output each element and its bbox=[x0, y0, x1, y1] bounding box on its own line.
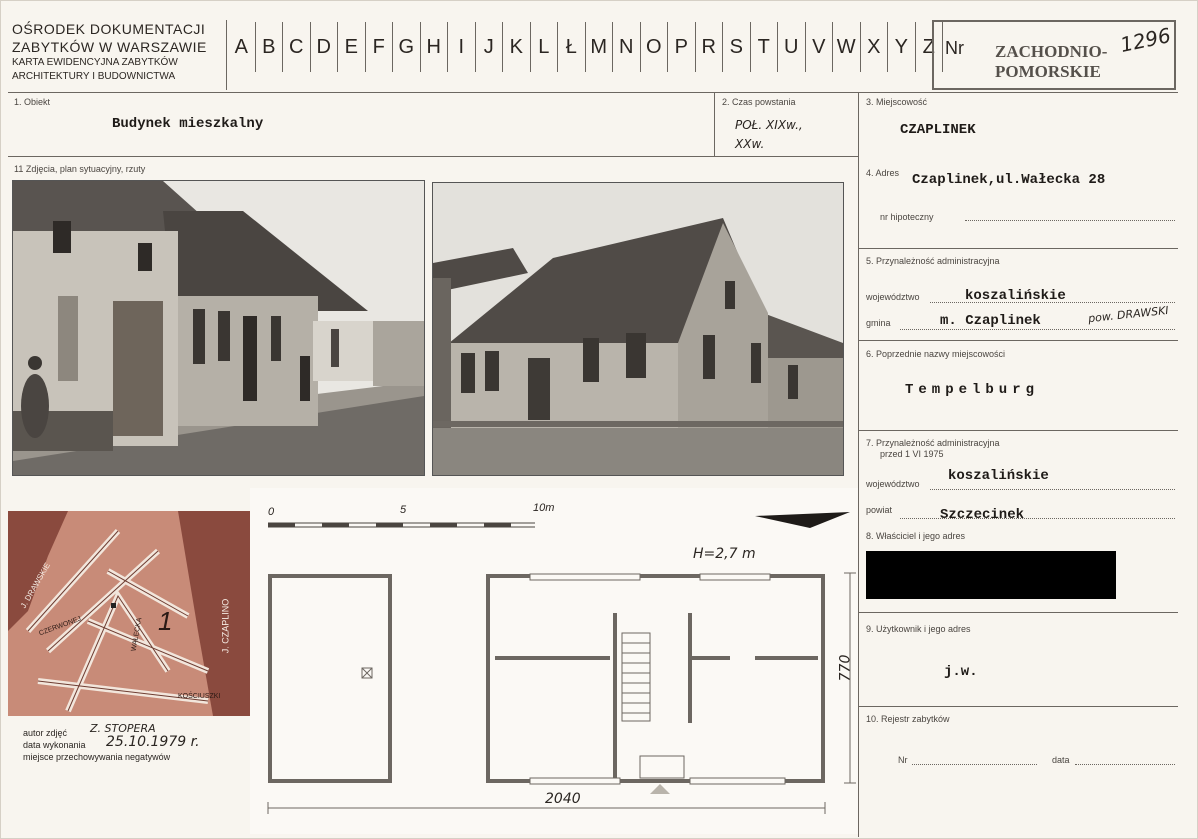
czas-value-1: POŁ. XIXw., bbox=[735, 118, 803, 132]
poprzednie-value: Tempelburg bbox=[905, 382, 1040, 398]
index-letter: C bbox=[283, 22, 311, 72]
inventory-card: OŚRODEK DOKUMENTACJI ZABYTKÓW W WARSZAWI… bbox=[0, 0, 1198, 839]
index-letter: P bbox=[668, 22, 696, 72]
data-label: data wykonania bbox=[23, 740, 86, 750]
situation-map: J. DRAWSKIE J. CZAPLINO WAŁECKA 1 CZERWO… bbox=[8, 511, 256, 716]
map-label-czaplino: J. CZAPLINO bbox=[220, 598, 231, 654]
powiat-value: Szczecinek bbox=[940, 507, 1025, 523]
index-letter: S bbox=[723, 22, 751, 72]
woj-1975-label: województwo bbox=[866, 479, 920, 489]
czas-value-2: XXw. bbox=[735, 137, 765, 151]
index-letter: X bbox=[861, 22, 888, 72]
index-letter: W bbox=[833, 22, 861, 72]
institution-line-4: ARCHITEKTURY I BUDOWNICTWA bbox=[12, 71, 176, 82]
hipoteczny-label: nr hipoteczny bbox=[880, 212, 934, 222]
index-letter: D bbox=[311, 22, 338, 72]
index-letter: A bbox=[228, 22, 256, 72]
index-letter: B bbox=[256, 22, 283, 72]
dimension-right: 770 bbox=[837, 654, 854, 682]
index-letter: J bbox=[476, 22, 503, 72]
rejestr-data-label: data bbox=[1052, 755, 1070, 765]
photo-corner-view bbox=[432, 182, 844, 476]
institution-line-2: ZABYTKÓW W WARSZAWIE bbox=[12, 39, 207, 55]
index-letter: L bbox=[531, 22, 558, 72]
uzytkownik-value: j.w. bbox=[944, 664, 978, 680]
index-letter: K bbox=[503, 22, 531, 72]
scale-label-5: 5 bbox=[400, 504, 407, 516]
index-letter: F bbox=[366, 22, 393, 72]
obiekt-label: 1. Obiekt bbox=[14, 97, 51, 107]
gmina-label: gmina bbox=[866, 318, 891, 328]
index-letter: E bbox=[338, 22, 366, 72]
adres-value: Czaplinek,ul.Wałecka 28 bbox=[912, 172, 1106, 188]
alphabet-index: A B C D E F G H I J K L Ł M N O P R S T … bbox=[228, 22, 943, 72]
uzytkownik-label: 9. Użytkownik i jego adres bbox=[866, 624, 971, 634]
powiat-label: powiat bbox=[866, 505, 893, 515]
przynaleznosc-1975-label-2: przed 1 VI 1975 bbox=[880, 449, 944, 459]
institution-line-3: KARTA EWIDENCYJNA ZABYTKÓW bbox=[12, 57, 178, 68]
map-marker-label: 1 bbox=[158, 606, 173, 636]
poprzednie-label: 6. Poprzednie nazwy miejscowości bbox=[866, 349, 1006, 359]
czas-label: 2. Czas powstania bbox=[722, 97, 796, 107]
rejestr-nr-label: Nr bbox=[898, 755, 908, 765]
wojewodztwo-label: województwo bbox=[866, 292, 920, 302]
index-letter: T bbox=[751, 22, 778, 72]
gmina-value: m. Czaplinek bbox=[940, 313, 1041, 329]
gmina-handwritten: pow. DRAWSKI bbox=[1087, 303, 1170, 326]
index-letter: M bbox=[586, 22, 613, 72]
rejestr-label: 10. Rejestr zabytków bbox=[866, 714, 950, 724]
dimension-bottom: 2040 bbox=[545, 791, 581, 807]
data-value: 25.10.1979 r. bbox=[106, 734, 200, 750]
institution-line-1: OŚRODEK DOKUMENTACJI bbox=[12, 21, 206, 37]
region-name-line-2: POMORSKIE bbox=[995, 62, 1101, 81]
woj-1975-value: koszalińskie bbox=[948, 468, 1049, 484]
map-label-kosciuszki: KOŚCIUSZKI bbox=[178, 693, 221, 700]
adres-label: 4. Adres bbox=[866, 168, 900, 178]
index-letter: R bbox=[696, 22, 723, 72]
index-letter: H bbox=[421, 22, 448, 72]
region-name-line-1: ZACHODNIO- bbox=[995, 42, 1108, 61]
index-letter: Ł bbox=[558, 22, 586, 72]
index-letter: V bbox=[806, 22, 833, 72]
index-letter: O bbox=[641, 22, 668, 72]
index-letter: I bbox=[448, 22, 476, 72]
miejscowosc-label: 3. Miejscowość bbox=[866, 97, 928, 107]
index-letter: U bbox=[778, 22, 806, 72]
miejsce-label: miejsce przechowywania negatywów bbox=[23, 752, 171, 762]
index-letter: N bbox=[613, 22, 641, 72]
photo-street-view bbox=[12, 180, 425, 476]
scale-label-10: 10m bbox=[533, 502, 555, 514]
redacted-owner bbox=[866, 551, 1116, 599]
przynaleznosc-label: 5. Przynależność administracyjna bbox=[866, 256, 1000, 266]
wlasciciel-label: 8. Właściciel i jego adres bbox=[866, 531, 966, 541]
zdjecia-label: 11 Zdjęcia, plan sytuacyjny, rzuty bbox=[14, 164, 146, 174]
institution-block: OŚRODEK DOKUMENTACJI ZABYTKÓW W WARSZAWI… bbox=[12, 20, 227, 83]
scale-label-0: 0 bbox=[268, 506, 275, 518]
index-letter: Y bbox=[888, 22, 916, 72]
obiekt-value: Budynek mieszkalny bbox=[112, 116, 264, 132]
autor-label: autor zdjęć bbox=[23, 728, 68, 738]
miejscowosc-value: CZAPLINEK bbox=[900, 122, 976, 138]
floor-plan: 0 5 10m H=2,7 m 2040 770 bbox=[250, 488, 858, 834]
przynaleznosc-1975-label-1: 7. Przynależność administracyjna bbox=[866, 438, 1000, 448]
height-note: H=2,7 m bbox=[693, 546, 756, 562]
index-letter: G bbox=[393, 22, 421, 72]
